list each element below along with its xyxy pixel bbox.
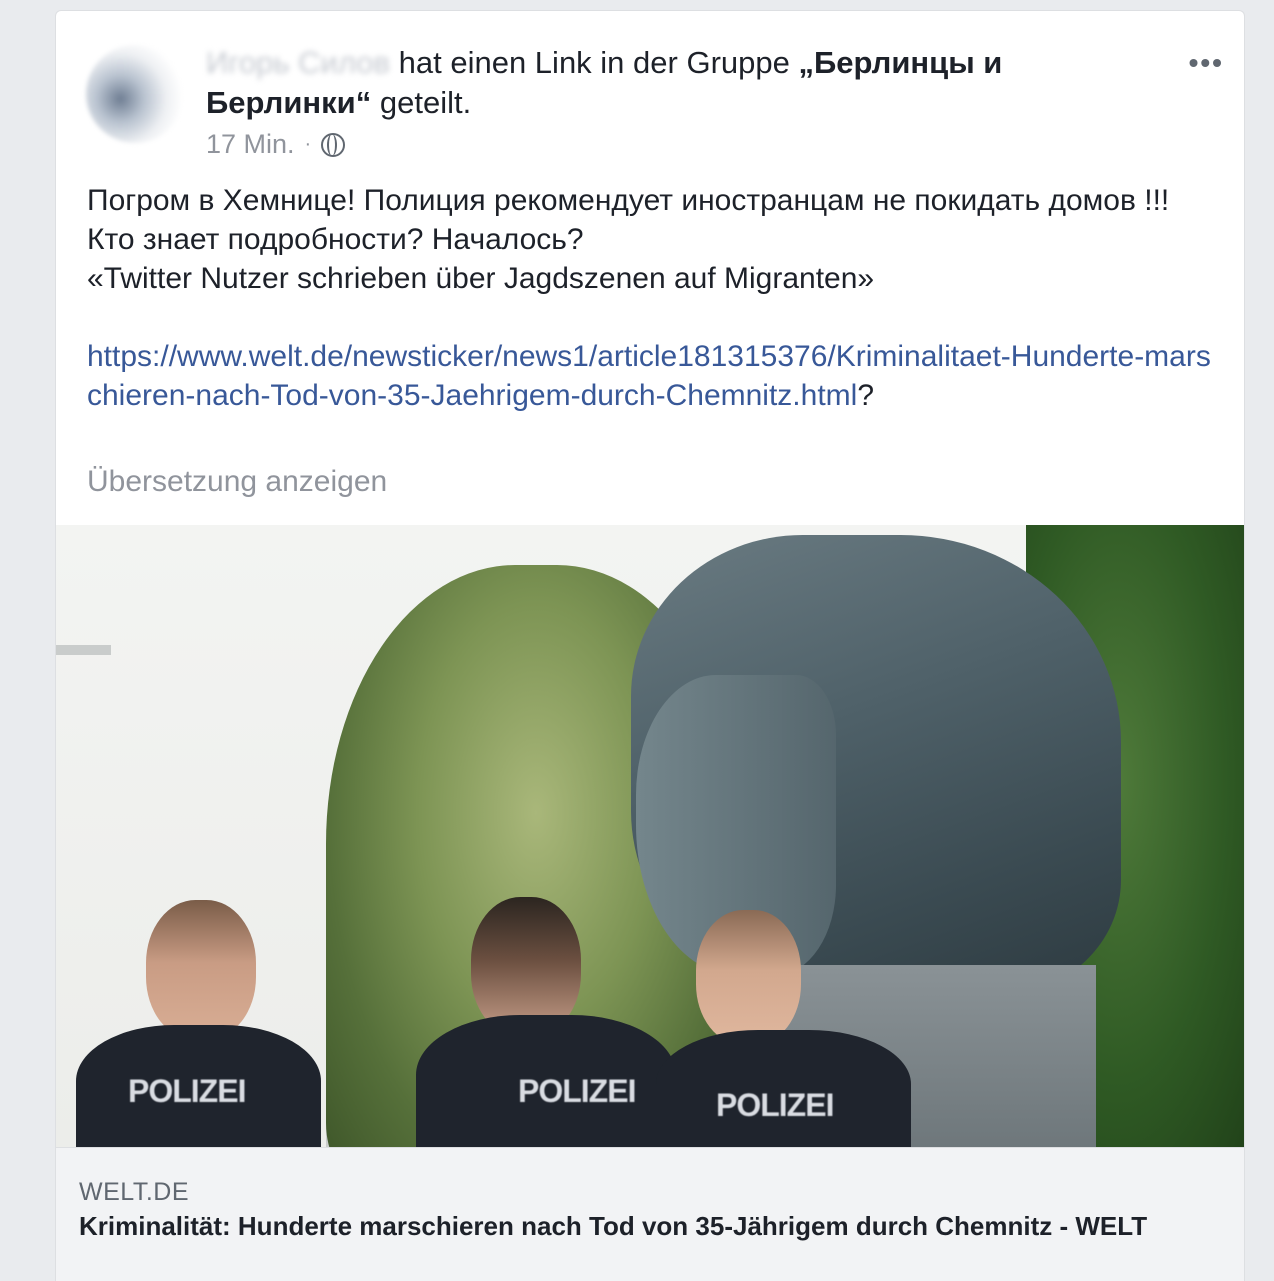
meta-separator: · — [304, 133, 312, 155]
more-options-button[interactable]: ••• — [1189, 47, 1224, 79]
avatar[interactable] — [86, 45, 184, 143]
author-name[interactable]: Игорь Силов — [206, 45, 390, 80]
link-title[interactable]: Kriminalität: Hunderte marschieren nach … — [79, 1210, 1199, 1242]
post-timestamp[interactable]: 17 Min. — [206, 129, 295, 160]
post-text-line-1: Погром в Хемнице! Полиция рекомендует ин… — [87, 184, 1170, 256]
shared-text: hat einen Link in der Gruppe — [398, 45, 790, 80]
link-preview-caption[interactable]: WELT.DE Kriminalität: Hunderte marschier… — [56, 1147, 1244, 1281]
post-header: Игорь Силов hat einen Link in der Gruppe… — [206, 43, 1106, 123]
globe-icon[interactable] — [321, 132, 346, 157]
post-body: Погром в Хемнице! Полиция рекомендует ин… — [87, 181, 1217, 415]
link-domain: WELT.DE — [79, 1178, 189, 1206]
lamp-pole — [56, 645, 111, 655]
post-link[interactable]: https://www.welt.de/newsticker/news1/art… — [87, 340, 1211, 412]
link-preview-image[interactable]: POLIZEI POLIZEI POLIZEI — [56, 525, 1244, 1147]
post-text-line-2: «Twitter Nutzer schrieben über Jagdszene… — [87, 262, 875, 295]
officer-2-label: POLIZEI — [518, 1073, 636, 1109]
see-translation-link[interactable]: Übersetzung anzeigen — [87, 465, 387, 499]
post-link-paragraph: https://www.welt.de/newsticker/news1/art… — [87, 337, 1217, 415]
post-card: Игорь Силов hat einen Link in der Gruppe… — [55, 10, 1245, 1281]
officer-head-3 — [696, 910, 801, 1045]
officer-head-1 — [146, 900, 256, 1040]
officer-1-label: POLIZEI — [128, 1073, 246, 1109]
officer-3-label: POLIZEI — [716, 1087, 834, 1123]
shared-suffix: geteilt. — [379, 85, 472, 120]
post-meta: 17 Min. · — [206, 129, 346, 160]
link-suffix: ? — [857, 379, 875, 412]
